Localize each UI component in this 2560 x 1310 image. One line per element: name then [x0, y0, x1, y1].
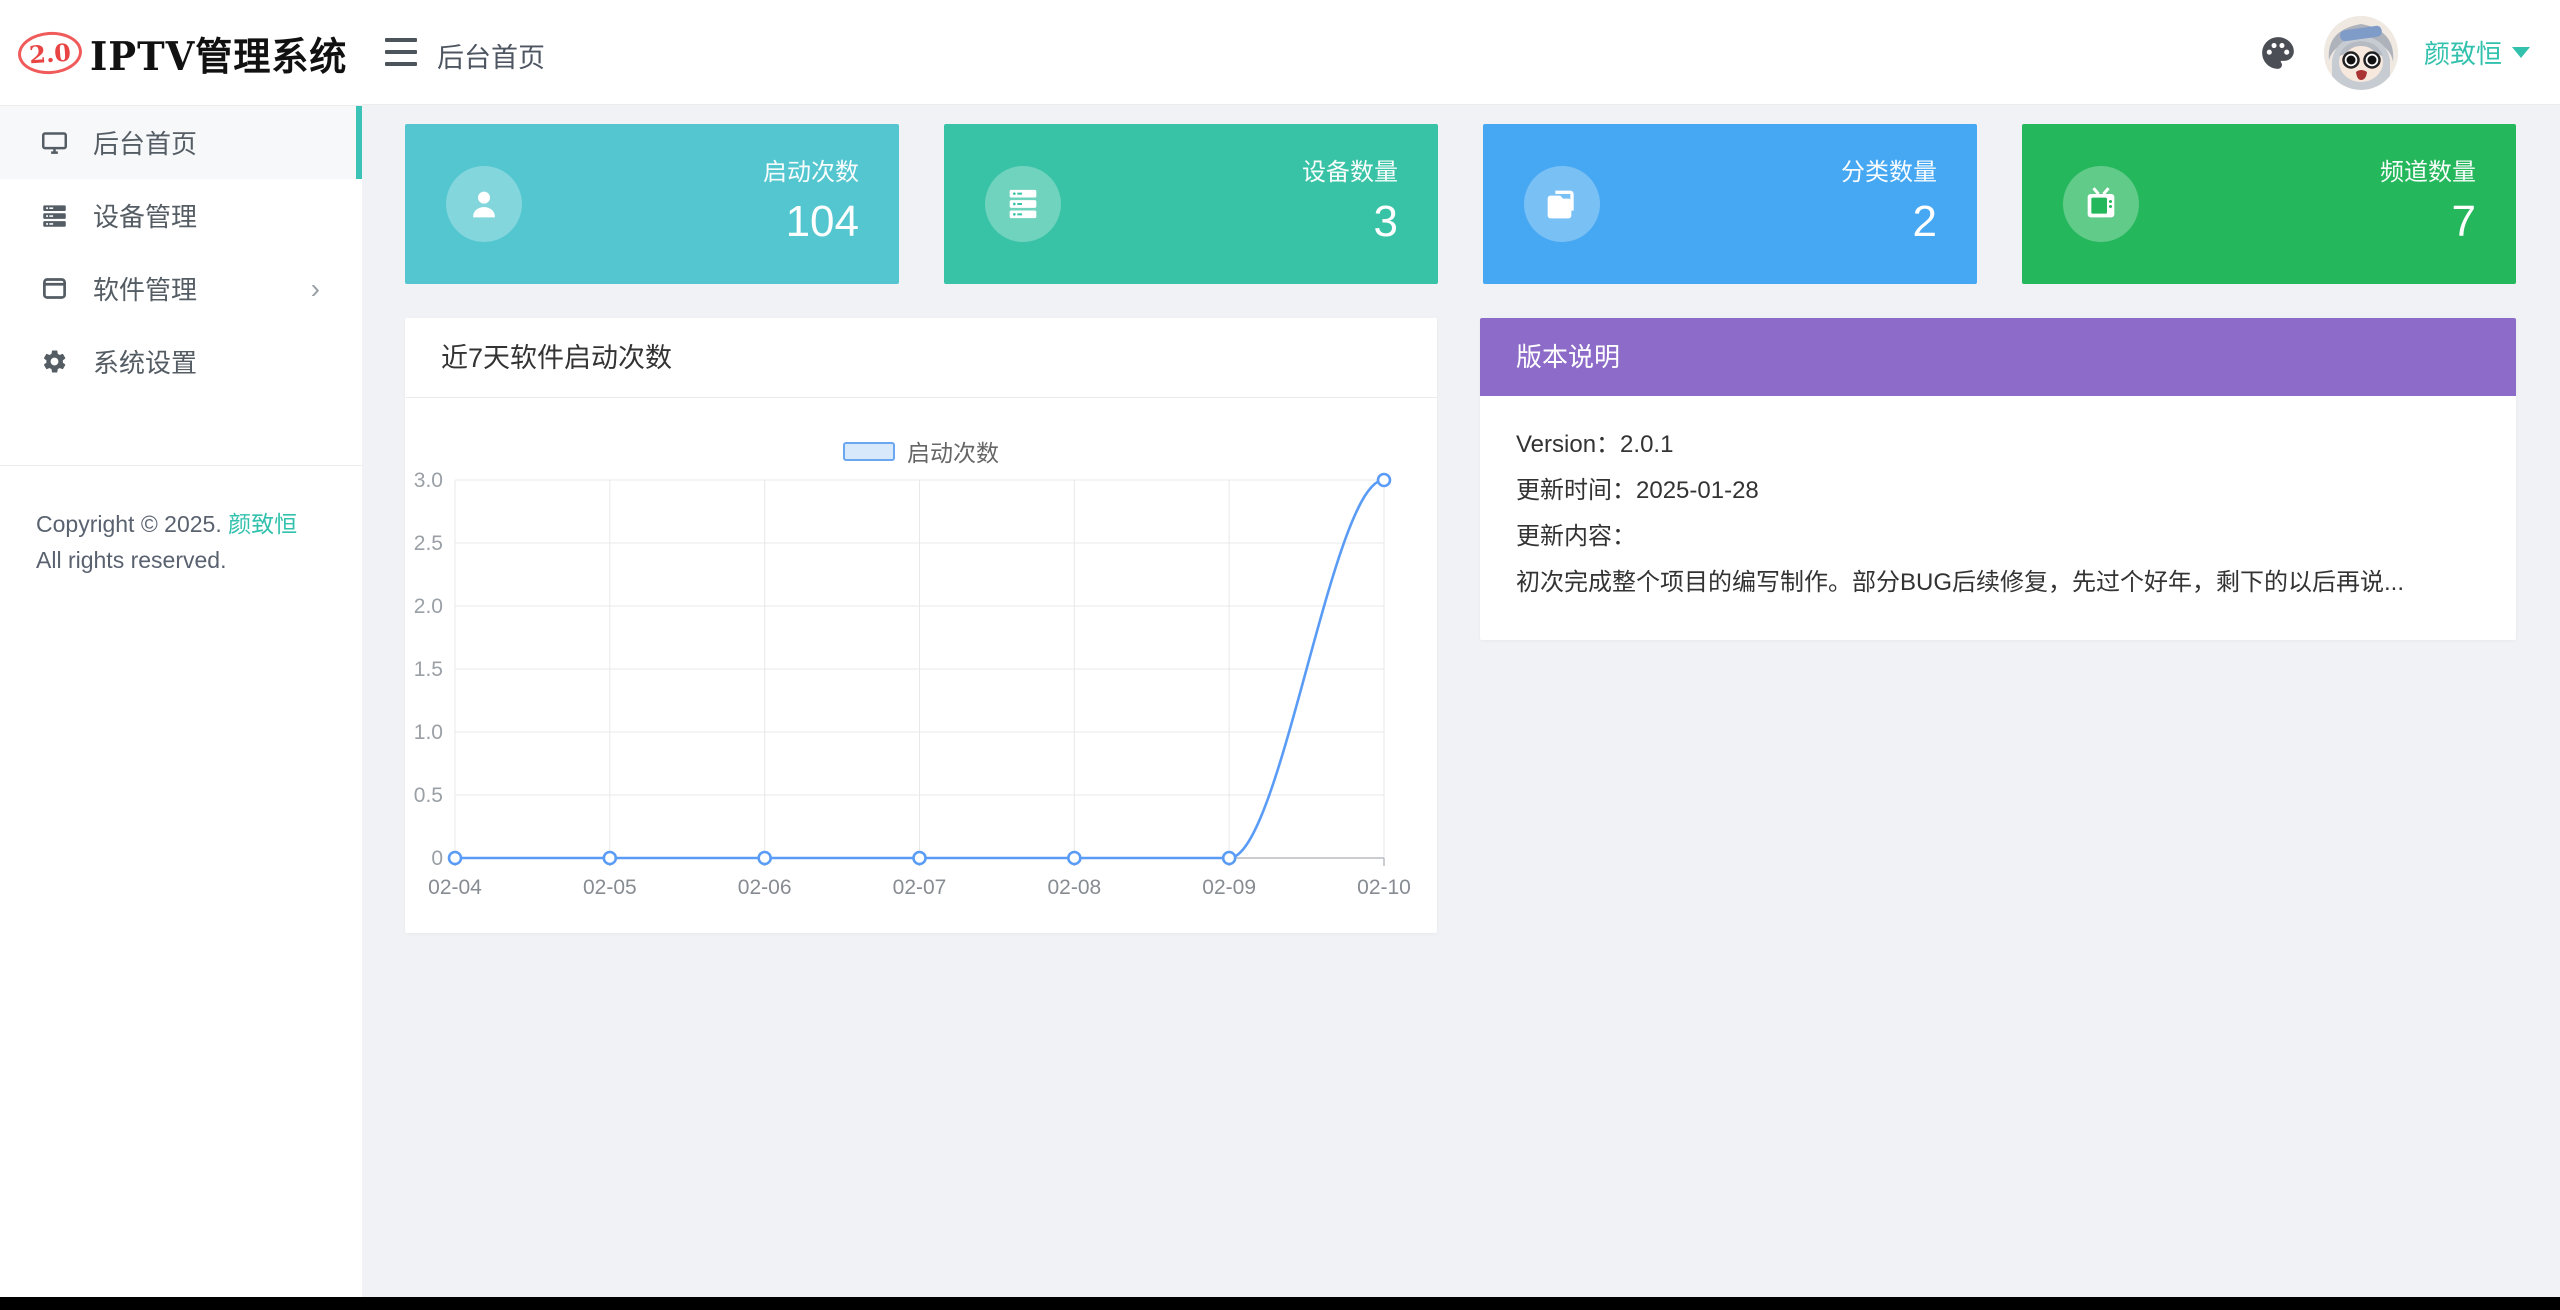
line-chart: 0 0.5 1.0 1.5 2.0 2.5 3.0 02-04 02-05 02-06 02-07 0… [414, 469, 1411, 899]
stat-label: 设备数量 [1302, 159, 1398, 186]
stat-cards-row: 启动次数 104 设备数量 3 分类数量 2 频道数量 7 [405, 124, 2516, 284]
svg-text:1.5: 1.5 [414, 658, 443, 681]
server-icon [41, 202, 68, 229]
user-icon [446, 166, 522, 242]
svg-text:02-07: 02-07 [893, 876, 947, 899]
svg-text:2.0: 2.0 [414, 595, 443, 618]
version-card: 版本说明 Version：2.0.1 更新时间：2025-01-28 更新内容：… [1480, 318, 2516, 640]
svg-text:02-09: 02-09 [1202, 876, 1256, 899]
chevron-right-icon: › [310, 272, 320, 304]
palette-icon[interactable] [2258, 33, 2298, 73]
stat-label: 频道数量 [2380, 159, 2476, 186]
caret-down-icon [2512, 47, 2530, 58]
folder-icon [1524, 166, 1600, 242]
stat-value: 104 [785, 197, 859, 246]
sidebar-item-software[interactable]: 软件管理 › [0, 252, 362, 325]
version-card-body: Version：2.0.1 更新时间：2025-01-28 更新内容： 初次完成… [1480, 396, 2516, 640]
monitor-icon [41, 129, 68, 156]
svg-text:2.5: 2.5 [414, 532, 443, 555]
breadcrumb: 后台首页 [437, 43, 545, 73]
stat-card-categories: 分类数量 2 [1483, 124, 1977, 284]
svg-text:0: 0 [431, 847, 443, 870]
sidebar-item-label: 软件管理 [93, 275, 198, 305]
svg-text:02-10: 02-10 [1357, 876, 1411, 899]
sidebar: 后台首页 设备管理 软件管理 › 系统设置 Copyright © 2025. … [0, 105, 362, 1297]
copyright-prefix: Copyright © 2025. [36, 511, 222, 537]
logo-version-badge: 2.0 [16, 29, 84, 76]
svg-text:3.0: 3.0 [414, 469, 443, 492]
legend-label: 启动次数 [907, 440, 999, 466]
version-row: Version：2.0.1 [1516, 431, 1674, 458]
logo-title: IPTV管理系统 [90, 32, 348, 79]
chart-title: 近7天软件启动次数 [405, 318, 1437, 398]
svg-text:02-06: 02-06 [738, 876, 792, 899]
stat-label: 启动次数 [763, 159, 859, 186]
stat-label: 分类数量 [1841, 159, 1937, 186]
svg-text:02-04: 02-04 [428, 876, 482, 899]
stat-value: 2 [1912, 197, 1937, 246]
sidebar-item-label: 后台首页 [93, 129, 198, 159]
chart-legend[interactable]: 启动次数 [405, 434, 1437, 468]
stat-card-channels: 频道数量 7 [2022, 124, 2516, 284]
svg-text:02-05: 02-05 [583, 876, 637, 899]
svg-text:1.0: 1.0 [414, 721, 443, 744]
bottom-bar [0, 1297, 2560, 1310]
sidebar-item-devices[interactable]: 设备管理 [0, 179, 362, 252]
tv-icon [2063, 166, 2139, 242]
server-icon [985, 166, 1061, 242]
stat-card-devices: 设备数量 3 [944, 124, 1438, 284]
username-label: 颜致恒 [2423, 39, 2502, 69]
main-content: 启动次数 104 设备数量 3 分类数量 2 频道数量 7 近7天软件启动次数 … [362, 105, 2560, 1297]
avatar[interactable] [2323, 15, 2398, 90]
svg-text:0.5: 0.5 [414, 784, 443, 807]
sidebar-item-label: 系统设置 [93, 348, 198, 378]
version-card-header: 版本说明 [1480, 318, 2516, 396]
copyright: Copyright © 2025. 颜致恒 All rights reserve… [0, 466, 320, 578]
user-menu[interactable]: 颜致恒 [2424, 34, 2530, 71]
app-window-icon [41, 275, 68, 302]
hamburger-icon[interactable] [385, 38, 417, 66]
sidebar-item-label: 设备管理 [93, 202, 198, 232]
sidebar-item-settings[interactable]: 系统设置 [0, 325, 362, 398]
app-logo[interactable]: 2.0 IPTV管理系统 [0, 0, 362, 105]
version-row: 更新内容： [1516, 523, 1636, 550]
stat-value: 3 [1373, 197, 1398, 246]
legend-swatch [843, 441, 895, 461]
sidebar-item-dashboard[interactable]: 后台首页 [0, 106, 362, 179]
stat-value: 7 [2451, 197, 2476, 246]
top-header: 2.0 IPTV管理系统 后台首页 颜致恒 [0, 0, 2560, 105]
copyright-suffix: All rights reserved. [36, 547, 227, 573]
version-row: 更新时间：2025-01-28 [1516, 477, 1759, 504]
copyright-author-link[interactable]: 颜致恒 [228, 511, 297, 537]
svg-text:02-08: 02-08 [1047, 876, 1101, 899]
stat-card-launches: 启动次数 104 [405, 124, 899, 284]
gear-icon [41, 348, 68, 375]
version-row: 初次完成整个项目的编写制作。部分BUG后续修复，先过个好年，剩下的以后再说... [1516, 569, 2405, 596]
launch-chart-card: 近7天软件启动次数 启动次数 0 0.5 1.0 1.5 2.0 2.5 3.0 02-04 0… [405, 318, 1437, 933]
